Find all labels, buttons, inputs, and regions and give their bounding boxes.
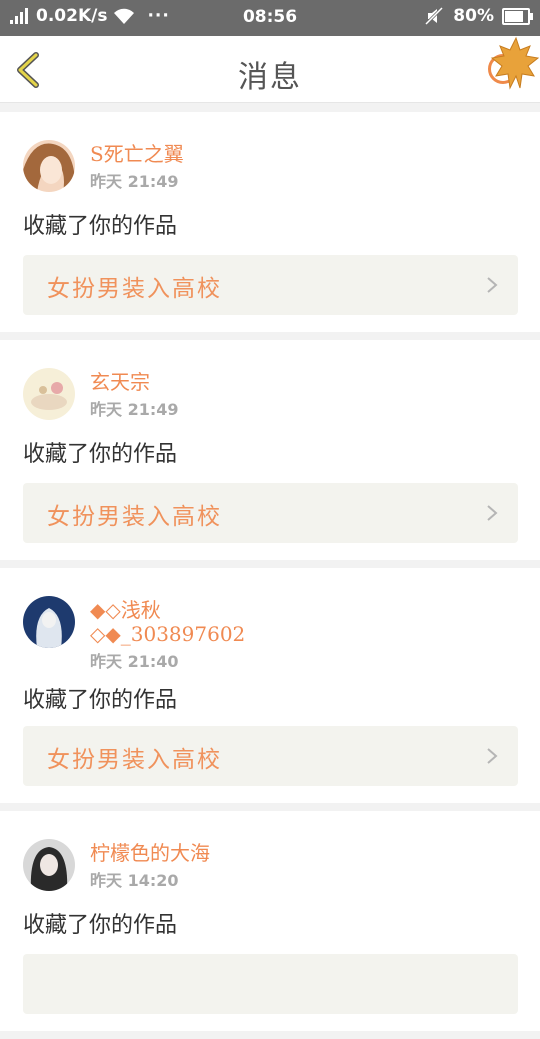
work-link[interactable]: 女扮男装入高校 [23,483,518,543]
message-card: 柠檬色的大海 昨天 14:20 收藏了你的作品 [0,811,540,1031]
action-text: 收藏了你的作品 [23,913,178,938]
avatar[interactable] [23,368,75,420]
message-card: ◆◇浅秋 ◇◆_303897602 昨天 21:40 收藏了你的作品 女扮男装入… [0,568,540,803]
status-right: 80% [425,6,533,26]
username[interactable]: S死亡之翼 [90,142,184,166]
chevron-right-icon [487,748,498,764]
action-text: 收藏了你的作品 [23,442,178,467]
message-card: S死亡之翼 昨天 21:49 收藏了你的作品 女扮男装入高校 [0,112,540,332]
avatar-image [23,839,75,891]
timestamp: 昨天 21:49 [90,172,179,191]
avatar-image [23,140,75,192]
timestamp: 昨天 21:49 [90,400,179,419]
battery-percent: 80% [453,6,494,26]
work-link[interactable]: 女扮男装入高校 [23,726,518,786]
status-bar: 0.02K/s ··· 08:56 80% [0,0,540,36]
work-title: 女扮男装入高校 [47,504,222,530]
avatar[interactable] [23,140,75,192]
work-link[interactable] [23,954,518,1014]
timestamp: 昨天 14:20 [90,871,179,890]
maple-leaf-icon [490,36,540,90]
username[interactable]: 玄天宗 [90,370,150,394]
username-line-2: ◇◆_303897602 [90,622,246,646]
battery-icon [502,7,533,25]
avatar-image [23,368,75,420]
timestamp: 昨天 21:40 [90,652,179,671]
action-text: 收藏了你的作品 [23,688,178,713]
work-title: 女扮男装入高校 [47,747,222,773]
action-text: 收藏了你的作品 [23,214,178,239]
battery-fill [505,10,523,22]
mute-icon [425,7,444,25]
username-line-1: ◆◇浅秋 [90,598,161,622]
avatar-image [23,596,75,648]
username[interactable]: ◆◇浅秋 ◇◆_303897602 [90,598,245,646]
work-link[interactable]: 女扮男装入高校 [23,255,518,315]
avatar[interactable] [23,596,75,648]
nav-bar: 消息 [0,36,540,103]
work-title: 女扮男装入高校 [47,276,222,302]
message-card: 玄天宗 昨天 21:49 收藏了你的作品 女扮男装入高校 [0,340,540,560]
avatar[interactable] [23,839,75,891]
username[interactable]: 柠檬色的大海 [90,841,210,865]
chevron-right-icon [487,505,498,521]
page-title: 消息 [238,60,302,95]
message-list: S死亡之翼 昨天 21:49 收藏了你的作品 女扮男装入高校 玄天宗 昨天 21… [0,102,540,1039]
chevron-right-icon [487,277,498,293]
